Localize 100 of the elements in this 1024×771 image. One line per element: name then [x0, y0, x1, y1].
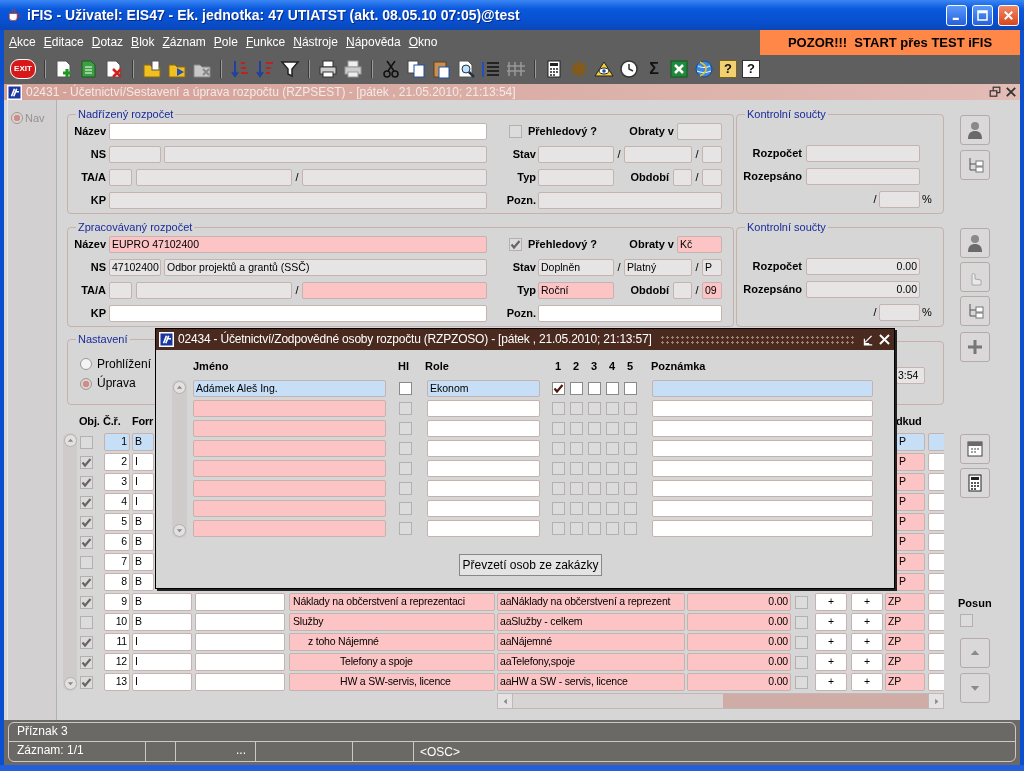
radio-button[interactable] [80, 377, 92, 390]
scroll-down-button[interactable] [63, 677, 77, 690]
close-icon[interactable] [1005, 86, 1017, 98]
menu-item[interactable]: Záznam [159, 35, 209, 50]
checkbox[interactable] [80, 675, 93, 689]
text-field[interactable] [427, 500, 540, 517]
tree-button[interactable] [960, 296, 990, 326]
text-field[interactable]: Ekonom [427, 380, 540, 397]
text-field[interactable]: Adámek Aleš Ing. [193, 380, 386, 397]
text-field[interactable]: EUPRO 47102400 [109, 236, 487, 253]
radio-button[interactable] [11, 112, 23, 124]
scroll-left-button[interactable] [498, 694, 513, 708]
move-up-button[interactable] [960, 638, 990, 669]
text-field[interactable] [652, 480, 873, 497]
text-field[interactable]: 09 [702, 282, 722, 299]
calendar-button[interactable] [960, 434, 990, 464]
scroll-right-button[interactable] [928, 694, 943, 708]
scroll-down-button[interactable] [173, 524, 186, 537]
tree-button[interactable] [960, 150, 990, 180]
checkbox[interactable] [795, 655, 808, 669]
text-field[interactable] [427, 480, 540, 497]
text-field[interactable] [652, 400, 873, 417]
checkbox[interactable] [795, 675, 808, 689]
menu-item[interactable]: Okno [405, 35, 441, 50]
checkbox[interactable] [80, 495, 93, 509]
import-button[interactable]: Převzetí osob ze zakázky [459, 554, 602, 576]
checkbox[interactable] [80, 655, 93, 669]
clipboard-icon[interactable] [431, 58, 451, 79]
copy-icon[interactable] [406, 58, 426, 79]
clock-icon[interactable] [619, 58, 639, 79]
checkbox[interactable] [80, 475, 93, 489]
text-field[interactable] [109, 305, 487, 322]
arrow-icon[interactable] [862, 333, 874, 346]
folder-document-icon[interactable] [142, 58, 162, 79]
text-field[interactable]: 3:54 [896, 367, 925, 384]
checkbox[interactable] [80, 515, 93, 529]
text-field[interactable] [427, 400, 540, 417]
menu-item[interactable]: Nástroje [290, 35, 341, 50]
text-field[interactable] [652, 460, 873, 477]
text-field[interactable] [652, 420, 873, 437]
text-field[interactable] [652, 520, 873, 537]
checkbox[interactable] [80, 595, 93, 609]
text-field[interactable] [302, 282, 487, 299]
checkbox[interactable] [80, 535, 93, 549]
exit-button[interactable]: EXIT [10, 58, 36, 79]
checkbox[interactable] [960, 614, 973, 628]
horizontal-scrollbar[interactable] [497, 693, 944, 709]
restore-icon[interactable] [989, 86, 1001, 98]
menu-item[interactable]: Pole [210, 35, 241, 50]
checkbox[interactable] [588, 382, 601, 395]
checkbox[interactable] [80, 635, 93, 649]
document-cross-icon[interactable] [104, 58, 124, 79]
text-field[interactable] [538, 305, 722, 322]
scroll-thumb[interactable] [723, 694, 928, 708]
text-field[interactable]: Kč [677, 236, 722, 253]
globe-icon[interactable] [694, 58, 714, 79]
checkbox[interactable] [80, 555, 93, 569]
menu-item[interactable]: Editace [40, 35, 87, 50]
checkbox[interactable] [80, 615, 93, 629]
filter-icon[interactable] [280, 58, 300, 79]
text-field[interactable] [652, 440, 873, 457]
checkbox[interactable] [399, 382, 412, 395]
add-button[interactable] [960, 332, 990, 362]
radio-button[interactable] [80, 358, 92, 371]
vertical-scrollbar[interactable] [172, 380, 187, 538]
search-icon[interactable] [456, 58, 476, 79]
menu-item[interactable]: Akce [6, 35, 39, 50]
text-field[interactable] [427, 440, 540, 457]
checkbox[interactable] [80, 455, 93, 469]
calculator-button[interactable] [960, 468, 990, 498]
checkbox[interactable] [795, 635, 808, 649]
vertical-scrollbar[interactable] [63, 433, 77, 691]
scroll-up-button[interactable] [173, 381, 186, 394]
checkbox[interactable] [552, 382, 565, 395]
text-field[interactable] [427, 520, 540, 537]
text-field[interactable] [652, 500, 873, 517]
menu-item[interactable]: Blok [128, 35, 158, 50]
checkbox[interactable] [624, 382, 637, 395]
printer-icon[interactable] [318, 58, 338, 79]
text-field[interactable] [427, 420, 540, 437]
person-button[interactable] [960, 115, 990, 145]
checkbox[interactable] [795, 595, 808, 609]
checkbox[interactable] [509, 125, 522, 138]
calculator-icon[interactable] [544, 58, 564, 79]
wheel-icon[interactable] [569, 58, 589, 79]
menu-item[interactable]: Nápověda [342, 35, 404, 50]
menu-item[interactable]: Dotaz [88, 35, 127, 50]
printer-icon[interactable] [343, 58, 363, 79]
sort-icon[interactable] [255, 58, 275, 79]
person-button[interactable] [960, 228, 990, 258]
checkbox[interactable] [509, 238, 522, 251]
spreadsheet-icon[interactable] [669, 58, 689, 79]
text-field[interactable] [427, 460, 540, 477]
checkbox[interactable] [80, 435, 93, 449]
checkbox[interactable] [570, 382, 583, 395]
help-button[interactable]: ? [742, 59, 760, 78]
text-field[interactable]: Roční [538, 282, 614, 299]
checkbox[interactable] [795, 615, 808, 629]
scissors-icon[interactable] [381, 58, 401, 79]
move-down-button[interactable] [960, 673, 990, 704]
